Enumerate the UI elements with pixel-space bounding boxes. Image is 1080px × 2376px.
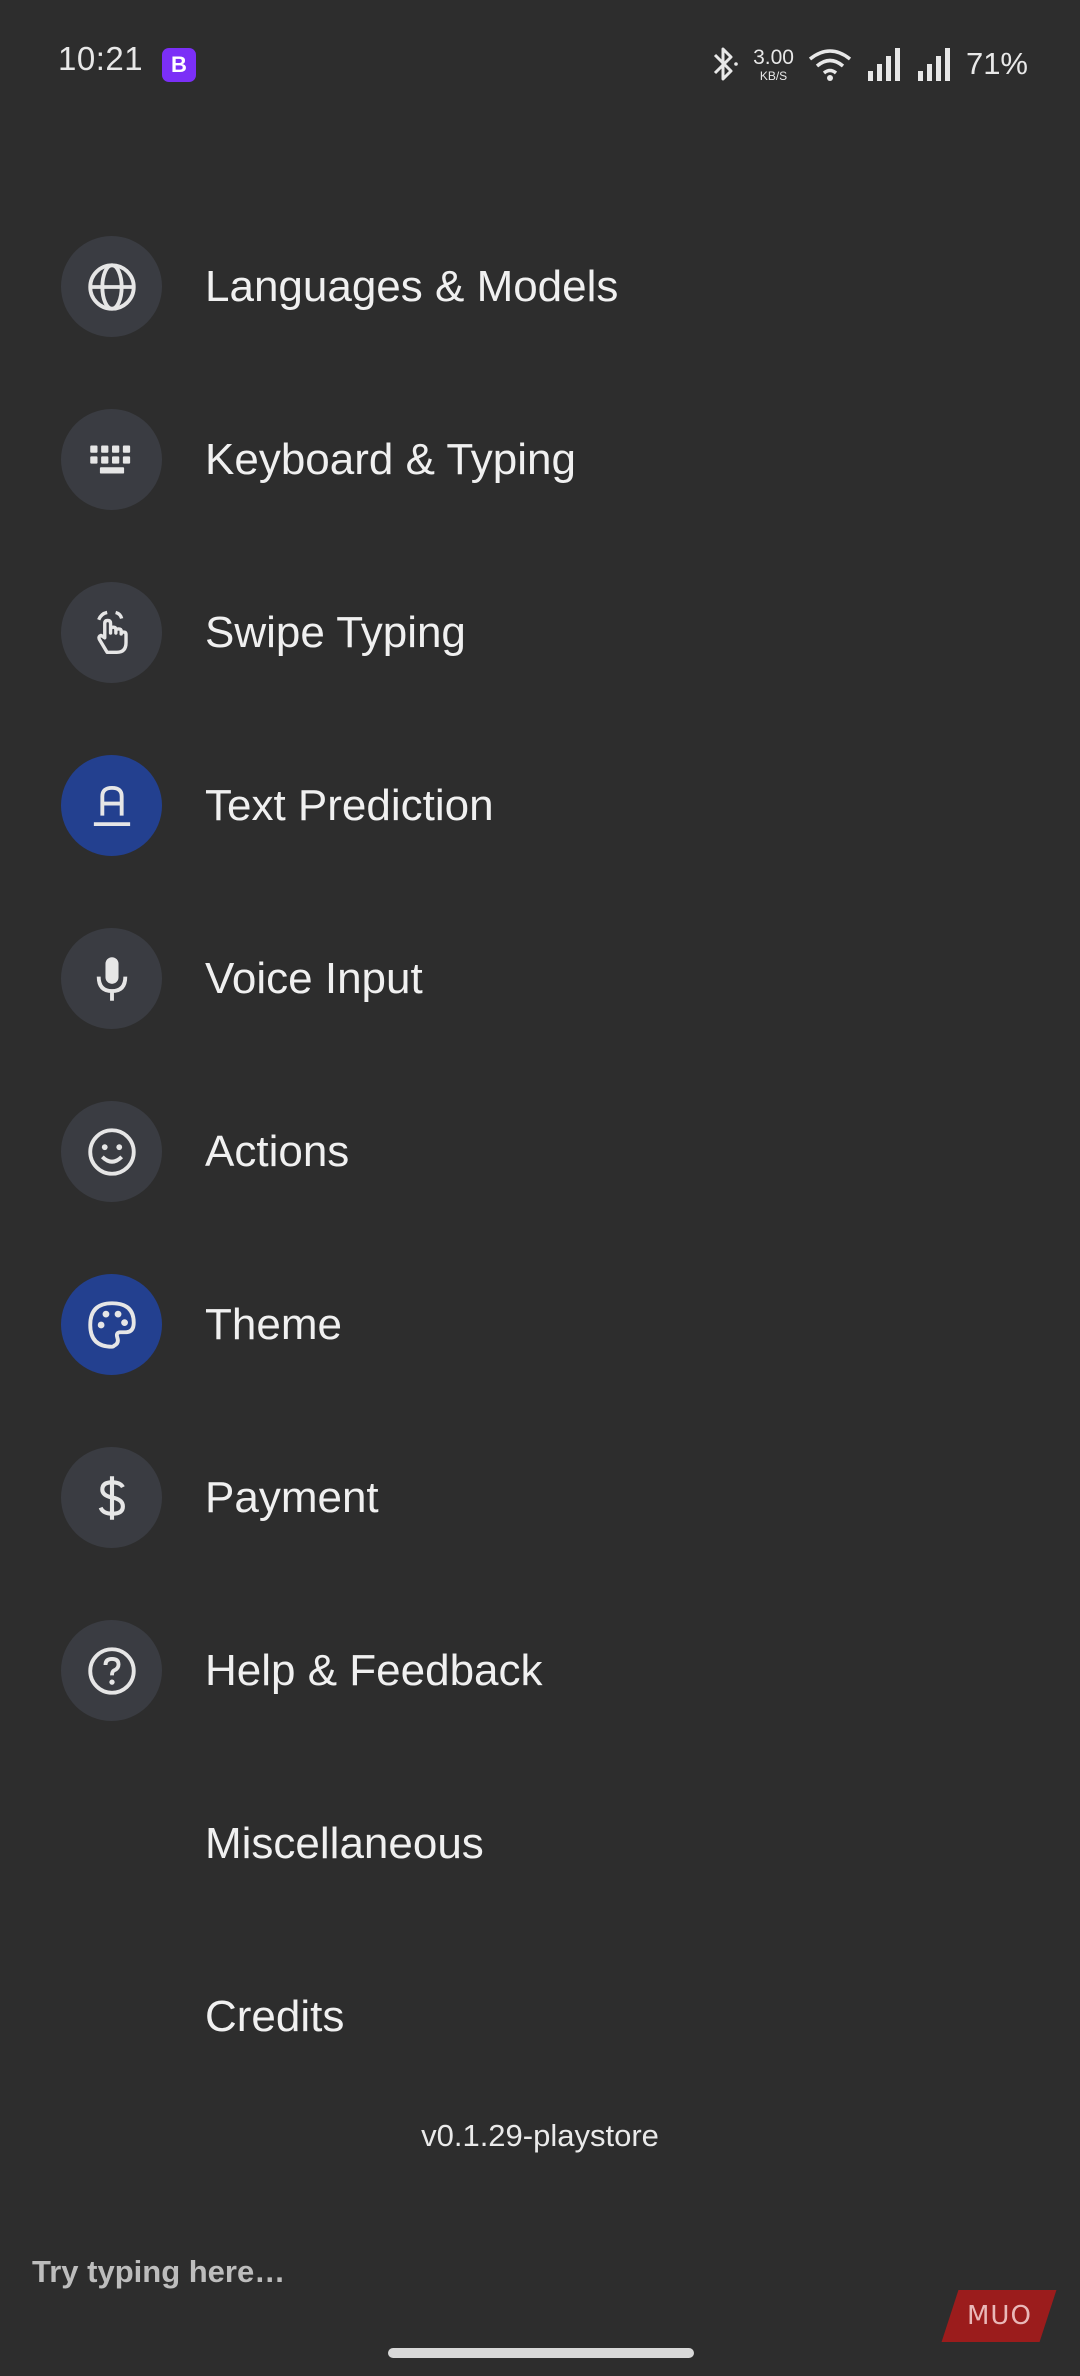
battery-level: 71% (965, 46, 1028, 81)
menu-item-voice-input[interactable]: Voice Input (0, 892, 1080, 1065)
menu-item-theme[interactable]: Theme (0, 1238, 1080, 1411)
menu-item-label: Credits (205, 1991, 345, 2041)
menu-item-actions[interactable]: Actions (0, 1065, 1080, 1238)
menu-item-keyboard-typing[interactable]: Keyboard & Typing (0, 373, 1080, 546)
menu-item-label: Actions (205, 1126, 350, 1176)
menu-item-label: Miscellaneous (205, 1818, 484, 1868)
menu-item-help-feedback[interactable]: Help & Feedback (0, 1584, 1080, 1757)
menu-item-swipe-typing[interactable]: Swipe Typing (0, 546, 1080, 719)
try-typing-input[interactable]: Try typing here… (32, 2254, 285, 2290)
menu-item-credits[interactable]: Credits (0, 1930, 1080, 2103)
signal-icon (917, 48, 950, 81)
menu-item-label: Payment (205, 1472, 379, 1522)
text-format-icon (61, 755, 162, 856)
menu-item-label: Text Prediction (205, 780, 494, 830)
menu-item-label: Theme (205, 1299, 342, 1349)
app-notification-icon: B (162, 48, 196, 82)
menu-item-languages-models[interactable]: Languages & Models (0, 200, 1080, 373)
watermark-logo: MUO (941, 2290, 1057, 2342)
keyboard-icon (61, 409, 162, 510)
settings-menu: Languages & Models Keyboard & Typing Swi… (0, 200, 1080, 2103)
signal-icon (867, 48, 900, 81)
watermark-text: MUO (966, 2301, 1032, 2331)
status-icons: 3.00 KB/S 71% (709, 40, 1028, 88)
menu-item-text-prediction[interactable]: Text Prediction (0, 719, 1080, 892)
status-bar: 10:21 B 3.00 KB/S 71% (0, 0, 1080, 128)
smiley-icon (61, 1101, 162, 1202)
globe-icon (61, 236, 162, 337)
home-indicator[interactable] (388, 2348, 694, 2358)
wifi-icon (808, 49, 852, 81)
bluetooth-icon (714, 47, 738, 81)
menu-item-label: Keyboard & Typing (205, 434, 576, 484)
menu-item-label: Swipe Typing (205, 607, 466, 657)
help-icon (61, 1620, 162, 1721)
net-speed-unit: KB/S (759, 68, 788, 83)
status-time: 10:21 (58, 40, 144, 77)
microphone-icon (61, 928, 162, 1029)
version-label: v0.1.29-playstore (421, 2118, 659, 2153)
menu-item-label: Help & Feedback (205, 1645, 543, 1695)
network-speed: 3.00 KB/S (753, 47, 794, 82)
swipe-hand-icon (61, 582, 162, 683)
menu-item-miscellaneous[interactable]: Miscellaneous (0, 1757, 1080, 1930)
palette-icon (61, 1274, 162, 1375)
menu-item-label: Languages & Models (205, 261, 619, 311)
dollar-icon (61, 1447, 162, 1548)
net-speed-value: 3.00 (753, 45, 794, 69)
menu-item-label: Voice Input (205, 953, 423, 1003)
menu-item-payment[interactable]: Payment (0, 1411, 1080, 1584)
